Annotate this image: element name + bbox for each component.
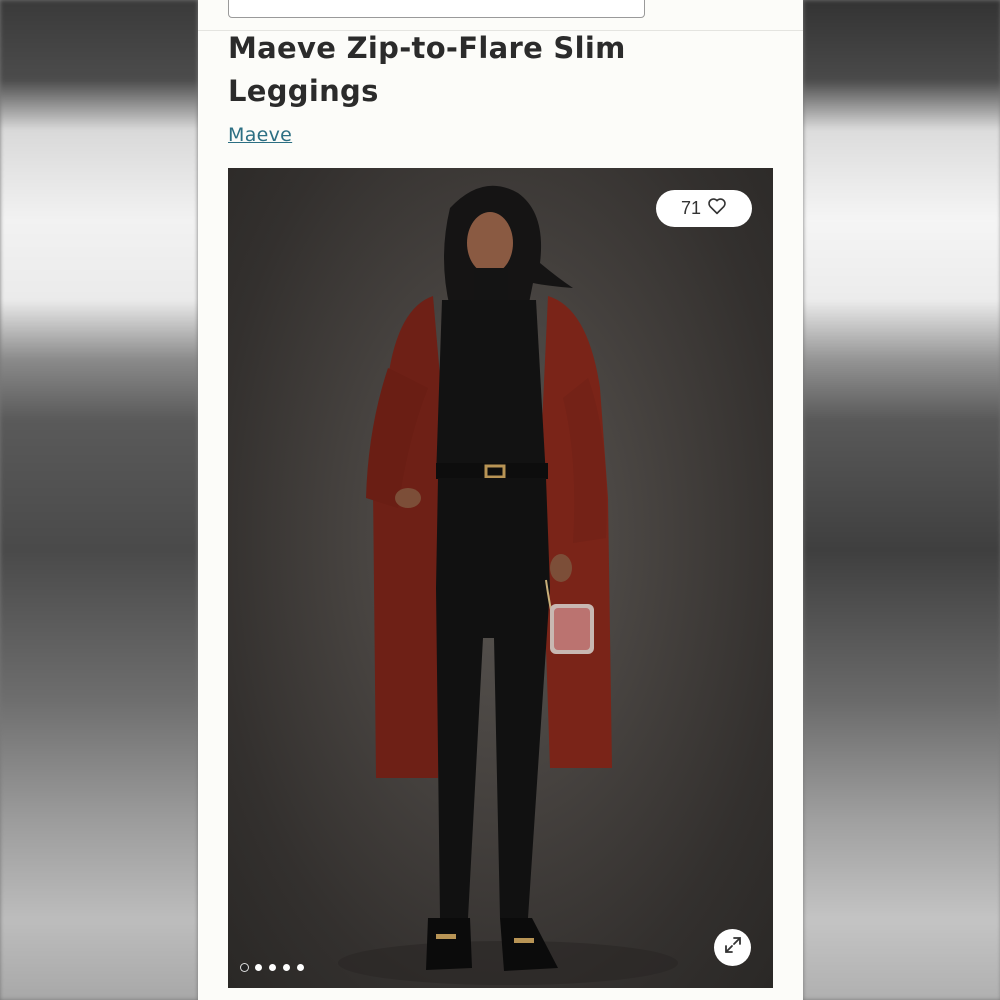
- blurred-backdrop-left: [0, 0, 198, 1000]
- expand-button[interactable]: [714, 929, 751, 966]
- favorite-button[interactable]: 71: [656, 190, 752, 227]
- product-title: Maeve Zip-to-Flare Slim Leggings: [228, 31, 626, 108]
- product-page: Maeve Zip-to-Flare Slim Leggings Maeve 7…: [198, 0, 803, 1000]
- carousel-dot[interactable]: [297, 964, 304, 971]
- carousel-dots: [241, 964, 304, 971]
- heart-icon: [707, 197, 727, 220]
- carousel-dot[interactable]: [269, 964, 276, 971]
- favorite-count: 71: [680, 198, 702, 218]
- blurred-backdrop-right: [803, 0, 1000, 1000]
- product-image[interactable]: 71: [228, 168, 773, 988]
- carousel-dot[interactable]: [255, 964, 262, 971]
- carousel-dot[interactable]: [241, 964, 248, 971]
- brand-link[interactable]: Maeve: [228, 124, 292, 146]
- expand-icon: [723, 935, 743, 960]
- carousel-dot[interactable]: [283, 964, 290, 971]
- search-input[interactable]: [228, 0, 645, 18]
- model-photo: [338, 185, 678, 985]
